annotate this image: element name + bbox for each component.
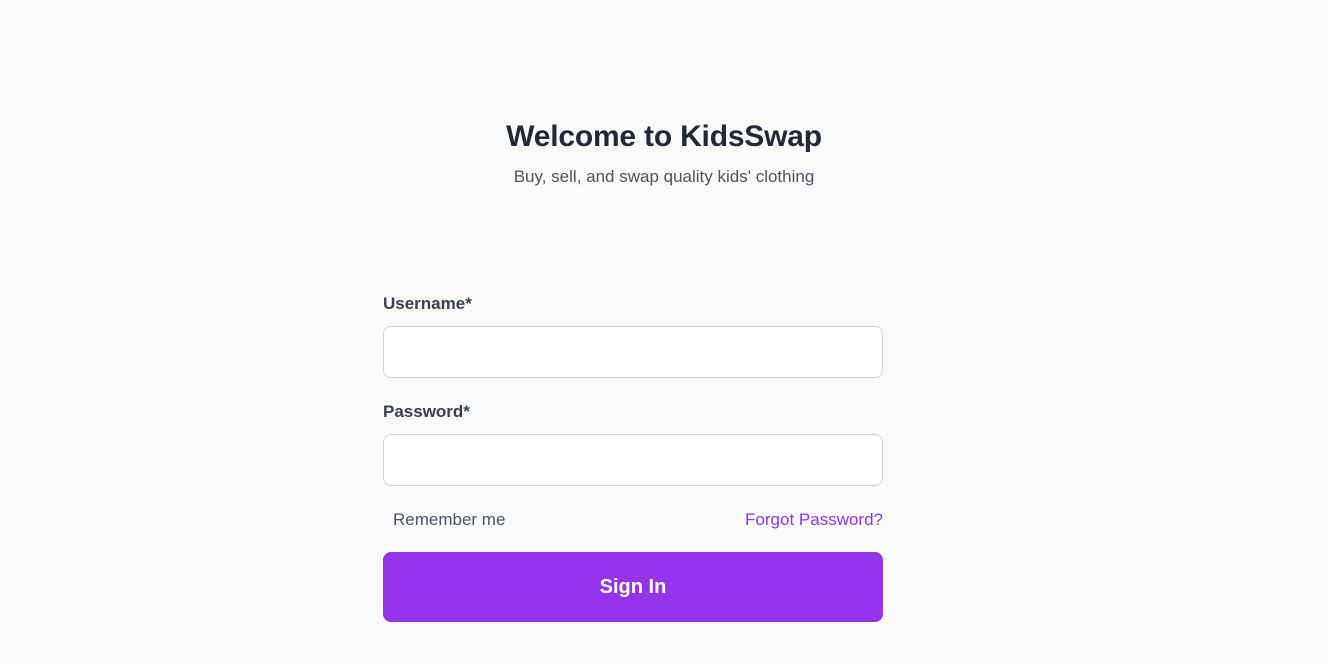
page-subtitle: Buy, sell, and swap quality kids' clothi… xyxy=(513,167,815,186)
login-options-row: Remember me Forgot Password? xyxy=(383,508,883,532)
username-field-group: Username* xyxy=(383,292,883,378)
username-label: Username* xyxy=(383,294,472,313)
password-label: Password* xyxy=(383,402,470,421)
page-title: Welcome to KidsSwap xyxy=(506,120,822,153)
login-page: Welcome to KidsSwap Buy, sell, and swap … xyxy=(0,0,1328,663)
sign-in-button[interactable]: Sign In xyxy=(383,552,883,622)
password-input[interactable] xyxy=(383,434,883,486)
remember-me-label: Remember me xyxy=(393,510,506,529)
remember-me-toggle[interactable]: Remember me xyxy=(383,508,505,532)
password-field-group: Password* xyxy=(383,400,883,486)
login-form: Username* Password* Remember me Forgot P… xyxy=(383,292,883,622)
forgot-password-link[interactable]: Forgot Password? xyxy=(745,508,883,532)
username-input[interactable] xyxy=(383,326,883,378)
login-header: Welcome to KidsSwap Buy, sell, and swap … xyxy=(0,118,1328,188)
